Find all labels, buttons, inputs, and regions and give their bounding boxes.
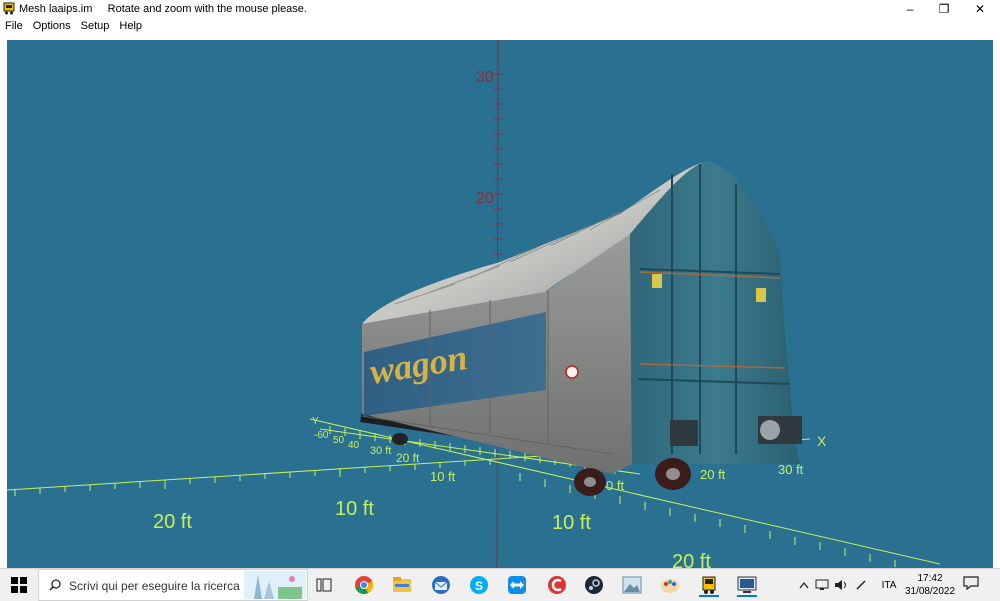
viewport-3d[interactable]: 30 20 wagon X Y 20 ft 10 ft 10 ft 20 ft …	[0, 34, 1000, 568]
menu-help[interactable]: Help	[114, 18, 147, 34]
label-y-50: 50	[333, 435, 345, 446]
label-front-20ft: 20 ft	[672, 551, 711, 568]
tray-chevron-button[interactable]	[796, 569, 812, 601]
taskbar-train-app[interactable]	[697, 573, 721, 597]
label-x-30ft: 30 ft	[778, 462, 804, 477]
x-axis-label: X	[817, 433, 827, 449]
active-app-indicator-2	[737, 595, 757, 597]
network-icon	[815, 579, 829, 590]
taskbar-clock[interactable]: 17:42 31/08/2022	[902, 572, 958, 598]
wagon-sign-icon	[565, 365, 579, 379]
label-left-10ft: 10 ft	[335, 498, 374, 520]
window-title: Mesh laaips.im Rotate and zoom with the …	[19, 3, 307, 15]
label-front-10ft: 10 ft	[552, 512, 591, 534]
close-button[interactable]: ✕	[963, 0, 997, 18]
app-icon	[3, 2, 15, 15]
active-app-indicator	[699, 595, 719, 597]
volume-icon	[835, 580, 846, 590]
search-placeholder: Scrivi qui per eseguire la ricerca	[69, 579, 240, 593]
taskbar-photos[interactable]	[620, 573, 644, 597]
label-x-0ft: 0 ft	[606, 478, 624, 493]
ccleaner-icon	[548, 576, 566, 594]
minimize-icon: –	[906, 2, 914, 16]
buffer-left	[670, 420, 698, 446]
taskbar-teamviewer[interactable]	[505, 573, 529, 597]
taskbar-skype[interactable]: S	[467, 573, 491, 597]
search-highlight-art-icon	[244, 571, 306, 599]
menu-options[interactable]: Options	[28, 18, 76, 34]
buffer-right-head	[760, 420, 780, 440]
label-near-10ft: 10 ft	[430, 469, 456, 484]
search-icon	[49, 579, 61, 591]
settings-app-icon	[737, 576, 757, 593]
notification-icon	[963, 576, 979, 591]
steam-icon	[585, 576, 603, 594]
pen-icon	[856, 580, 866, 590]
taskbar-ccleaner[interactable]	[545, 573, 569, 597]
taskbar-paint[interactable]	[658, 573, 682, 597]
label-y-20: 20 ft	[396, 451, 420, 465]
taskbar-chrome[interactable]	[352, 573, 376, 597]
close-icon: ✕	[974, 2, 986, 16]
y-axis-label: Y	[312, 416, 319, 427]
taskbar: Scrivi qui per eseguire la ricerca S ITA…	[0, 568, 1000, 601]
taskbar-settings-app[interactable]	[735, 573, 759, 597]
svg-text:S: S	[475, 579, 483, 593]
end-label-right	[756, 288, 766, 302]
restore-icon: ❐	[938, 2, 950, 16]
vertical-label-20: 20	[476, 190, 494, 207]
tray-pen-button[interactable]	[853, 569, 869, 601]
paint-icon	[661, 579, 679, 593]
notification-center-button[interactable]	[962, 575, 984, 595]
task-view-button[interactable]	[312, 573, 336, 597]
chrome-icon	[355, 576, 374, 594]
train-app-icon	[702, 576, 716, 594]
taskbar-thunderbird[interactable]	[429, 573, 453, 597]
taskbar-file-explorer[interactable]	[390, 573, 414, 597]
menu-bar: File Options Setup Help	[0, 18, 1000, 34]
taskbar-steam[interactable]	[582, 573, 606, 597]
clock-date: 31/08/2022	[904, 586, 956, 597]
tray-volume-button[interactable]	[832, 569, 850, 601]
label-y-60: -60	[314, 430, 329, 441]
start-button[interactable]	[0, 569, 38, 601]
language-indicator: ITA	[881, 579, 897, 591]
tray-network-button[interactable]	[814, 569, 830, 601]
minimize-button[interactable]: –	[893, 0, 927, 18]
skype-icon: S	[470, 576, 488, 594]
title-bar: Mesh laaips.im Rotate and zoom with the …	[0, 0, 1000, 18]
menu-setup[interactable]: Setup	[76, 18, 115, 34]
end-label-left	[652, 274, 662, 288]
label-y-40: 40	[348, 440, 360, 451]
tray-language-button[interactable]: ITA	[878, 569, 900, 601]
restore-button[interactable]: ❐	[927, 0, 961, 18]
vertical-label-30: 30	[476, 69, 494, 86]
taskbar-search[interactable]: Scrivi qui per eseguire la ricerca	[38, 569, 308, 601]
label-y-30: 30 ft	[370, 445, 391, 457]
label-x-20ft: 20 ft	[700, 467, 726, 482]
task-view-icon	[316, 578, 332, 592]
teamviewer-icon	[508, 576, 526, 594]
photos-icon	[622, 576, 642, 594]
scene-canvas[interactable]: 30 20 wagon X Y 20 ft 10 ft 10 ft 20 ft …	[0, 34, 1000, 568]
windows-icon	[11, 577, 27, 593]
label-left-20ft: 20 ft	[153, 511, 192, 533]
file-explorer-icon	[393, 577, 411, 592]
menu-file[interactable]: File	[0, 18, 28, 34]
clock-time: 17:42	[917, 573, 943, 584]
chevron-up-icon	[799, 581, 809, 589]
window-hint: Rotate and zoom with the mouse please.	[107, 3, 307, 15]
thunderbird-icon	[432, 576, 450, 594]
